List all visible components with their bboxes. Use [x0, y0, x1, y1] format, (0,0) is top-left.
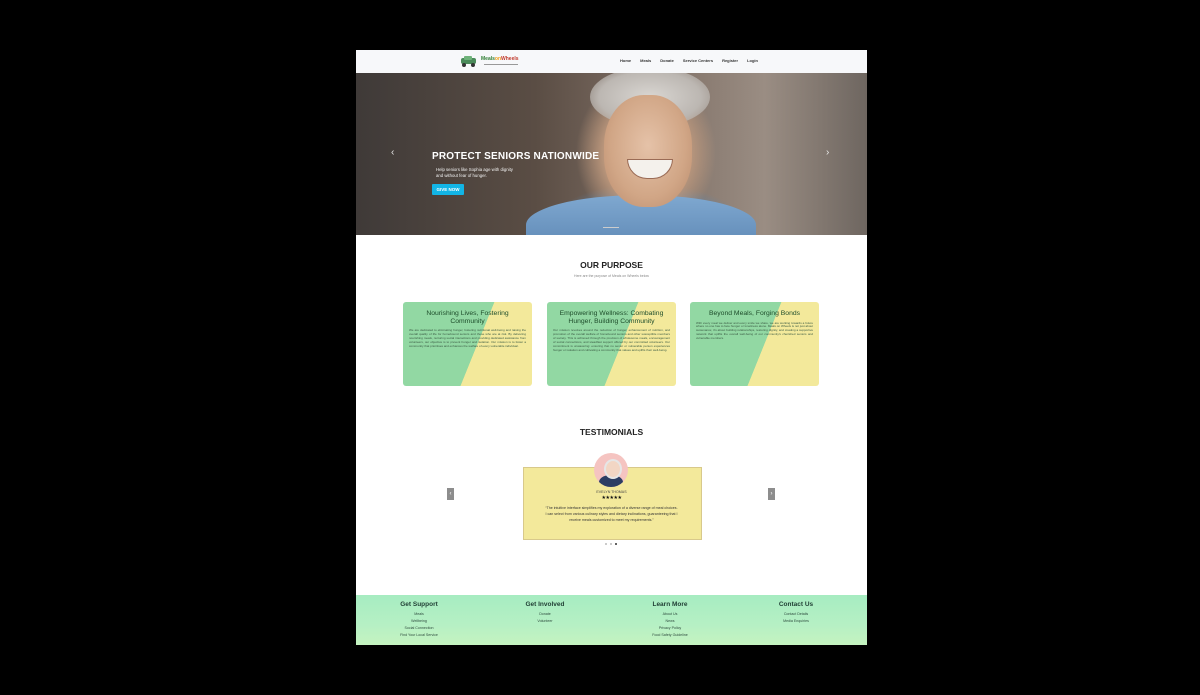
purpose-card: Empowering Wellness: Combating Hunger, B… [547, 302, 676, 386]
testimonial-prev-icon[interactable]: ‹ [447, 488, 454, 500]
footer-link[interactable]: Media Enquiries [746, 618, 846, 625]
footer-link[interactable]: Wellbeing [369, 618, 469, 625]
logo-text: MealsonWheels [481, 56, 519, 62]
purpose-card-body: Our mission revolves around the reductio… [553, 328, 670, 352]
testimonial-dot[interactable] [605, 543, 607, 545]
footer-column-contact-us: Contact Us Contact Details Media Enquiri… [746, 601, 846, 625]
footer-link[interactable]: Volunteer [495, 618, 595, 625]
nav-item-register[interactable]: Register [722, 58, 738, 63]
top-navbar: MealsonWheels Home Meals Donate Service … [356, 50, 867, 74]
testimonials-title: TESTIMONIALS [579, 427, 644, 437]
purpose-card-title: Empowering Wellness: Combating Hunger, B… [559, 310, 664, 325]
testimonial-quote: “The intuitive interface simplifies my e… [545, 506, 678, 523]
footer-link[interactable]: Privacy Policy [620, 625, 720, 632]
logo-tagline [484, 64, 518, 65]
footer-link[interactable]: Food Safety Guideline [620, 632, 720, 639]
footer-link[interactable]: News [620, 618, 720, 625]
hero-carousel: ‹ › PROTECT SENIORS NATIONWIDE Help seni… [356, 73, 867, 235]
purpose-card-title: Beyond Meals, Forging Bonds [708, 310, 801, 317]
nav-item-login[interactable]: Login [747, 58, 758, 63]
hero-title: PROTECT SENIORS NATIONWIDE [432, 151, 600, 162]
footer-link[interactable]: Contact Details [746, 611, 846, 618]
purpose-subtitle: Here are the purpose of Meals on Wheels … [574, 274, 649, 278]
carousel-next-icon[interactable]: › [826, 147, 829, 158]
footer-column-title: Get Support [400, 601, 438, 608]
footer-link[interactable]: Social Connection [369, 625, 469, 632]
footer-link[interactable]: Meals [369, 611, 469, 618]
footer-column-title: Get Involved [525, 601, 565, 608]
page: MealsonWheels Home Meals Donate Service … [356, 50, 867, 645]
footer-link[interactable]: About Us [620, 611, 720, 618]
footer: Get Support Meals Wellbeing Social Conne… [356, 595, 867, 645]
nav-item-meals[interactable]: Meals [640, 58, 651, 63]
logo[interactable]: MealsonWheels [459, 54, 521, 70]
delivery-car-icon [461, 56, 476, 67]
avatar-head [604, 459, 622, 479]
footer-column-title: Learn More [652, 601, 688, 608]
hero-subtitle: Help seniors like Sophia age with dignit… [436, 167, 513, 178]
footer-column-get-support: Get Support Meals Wellbeing Social Conne… [369, 601, 469, 639]
nav-item-service-centers[interactable]: Service Centers [683, 58, 713, 63]
give-now-button[interactable]: GIVE NOW [432, 184, 464, 195]
purpose-title: OUR PURPOSE [580, 260, 643, 270]
purpose-card-body: With every meal we deliver and every smi… [696, 320, 813, 341]
carousel-prev-icon[interactable]: ‹ [391, 147, 394, 158]
footer-link[interactable]: Donate [495, 611, 595, 618]
carousel-indicator[interactable] [603, 227, 619, 228]
footer-column-title: Contact Us [778, 601, 814, 608]
purpose-card: Beyond Meals, Forging Bonds With every m… [690, 302, 819, 386]
testimonial-name: EVELYN THOMAS [596, 490, 627, 494]
rating-stars-icon: ★★★★★ [601, 495, 622, 501]
hero-photo-face [604, 95, 692, 207]
testimonial-next-icon[interactable]: › [768, 488, 775, 500]
footer-column-learn-more: Learn More About Us News Privacy Policy … [620, 601, 720, 639]
footer-column-get-involved: Get Involved Donate Volunteer [495, 601, 595, 625]
purpose-card: Nourishing Lives, Fostering Community We… [403, 302, 532, 386]
nav-menu: Home Meals Donate Service Centers Regist… [620, 58, 758, 63]
testimonial-dot[interactable] [610, 543, 612, 545]
purpose-card-body: We are dedicated to eliminating hunger, … [409, 328, 526, 348]
nav-item-home[interactable]: Home [620, 58, 631, 63]
nav-item-donate[interactable]: Donate [660, 58, 674, 63]
testimonial-dot-active[interactable] [615, 543, 617, 545]
testimonial-dots [605, 543, 617, 545]
purpose-card-title: Nourishing Lives, Fostering Community [426, 310, 509, 325]
avatar [594, 453, 628, 487]
footer-link[interactable]: Find Your Local Service [369, 632, 469, 639]
